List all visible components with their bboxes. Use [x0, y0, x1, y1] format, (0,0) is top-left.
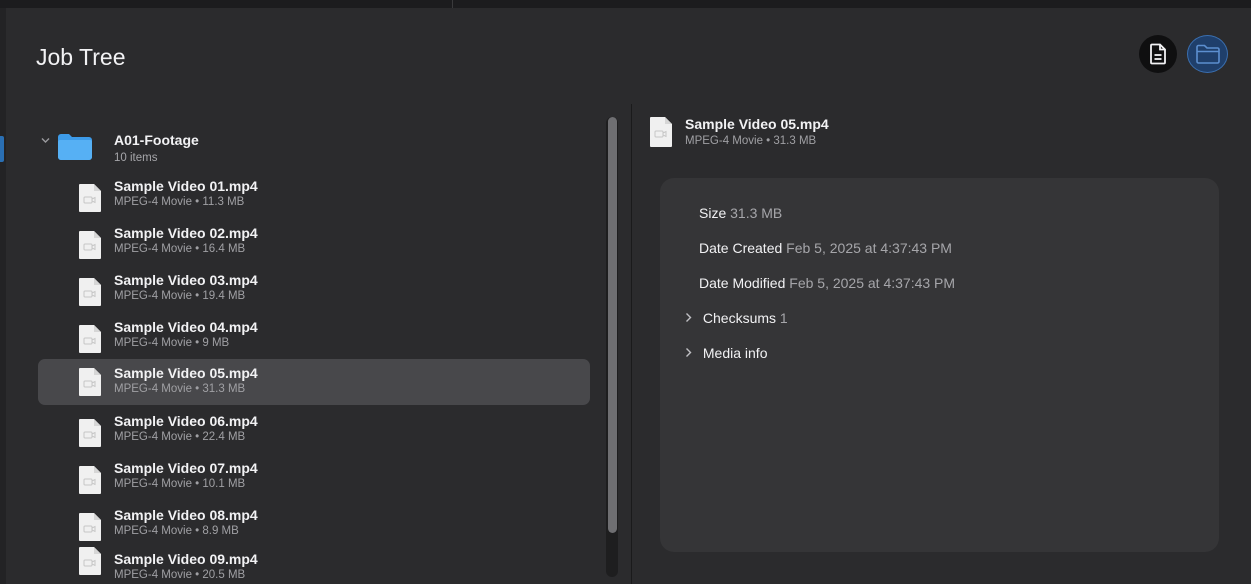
video-file-icon — [650, 117, 672, 147]
tree-file-row[interactable]: Sample Video 04.mp4 MPEG-4 Movie • 9 MB — [38, 316, 590, 362]
checksums-disclosure[interactable]: Checksums 1 — [684, 310, 788, 326]
file-name: Sample Video 02.mp4 — [114, 225, 258, 241]
folder-icon — [1195, 44, 1220, 64]
file-meta: MPEG-4 Movie • 19.4 MB — [114, 290, 246, 302]
date-created-label: Date Created — [699, 240, 783, 256]
file-meta: MPEG-4 Movie • 10.1 MB — [114, 478, 246, 490]
video-file-icon — [79, 368, 101, 396]
checksums-label: Checksums — [702, 310, 777, 326]
document-view-button[interactable] — [1139, 35, 1177, 73]
video-file-icon — [79, 419, 101, 447]
file-meta: MPEG-4 Movie • 31.3 MB — [114, 383, 246, 395]
video-file-icon — [79, 466, 101, 494]
tree-folder-row[interactable]: A01-Footage 10 items — [38, 125, 588, 169]
folder-item-count: 10 items — [114, 152, 158, 164]
page-title: Job Tree — [36, 44, 126, 70]
chevron-right-icon — [684, 346, 699, 361]
file-name: Sample Video 07.mp4 — [114, 460, 258, 476]
top-edge-divider — [452, 0, 453, 8]
checksums-count: 1 — [779, 310, 788, 326]
tree-file-row[interactable]: Sample Video 09.mp4 MPEG-4 Movie • 20.5 … — [38, 538, 590, 584]
video-file-icon — [79, 231, 101, 259]
left-edge-indicator — [0, 136, 4, 162]
folder-name: A01-Footage — [114, 132, 199, 148]
tree-file-row[interactable]: Sample Video 06.mp4 MPEG-4 Movie • 22.4 … — [38, 410, 590, 456]
window-top-edge — [0, 0, 1251, 8]
date-created-value: Feb 5, 2025 at 4:37:43 PM — [786, 240, 952, 256]
video-file-icon — [79, 547, 101, 575]
size-value: 31.3 MB — [730, 205, 783, 221]
document-icon — [1150, 43, 1166, 65]
detail-info-card — [660, 178, 1219, 552]
size-label: Size — [699, 205, 727, 221]
chevron-right-icon — [684, 311, 699, 326]
media-info-label: Media info — [702, 345, 768, 361]
detail-date-modified: Date Modified Feb 5, 2025 at 4:37:43 PM — [699, 275, 955, 291]
file-meta: MPEG-4 Movie • 11.3 MB — [114, 196, 245, 208]
file-meta: MPEG-4 Movie • 22.4 MB — [114, 431, 246, 443]
tree-file-row[interactable]: Sample Video 01.mp4 MPEG-4 Movie • 11.3 … — [38, 175, 590, 221]
video-file-icon — [79, 278, 101, 306]
file-name: Sample Video 03.mp4 — [114, 272, 258, 288]
video-file-icon — [79, 325, 101, 353]
file-meta: MPEG-4 Movie • 8.9 MB — [114, 525, 239, 537]
date-modified-value: Feb 5, 2025 at 4:37:43 PM — [789, 275, 956, 291]
file-name: Sample Video 08.mp4 — [114, 507, 258, 523]
chevron-down-icon[interactable] — [40, 135, 52, 147]
file-meta: MPEG-4 Movie • 20.5 MB — [114, 569, 246, 581]
tree-scrollbar-thumb[interactable] — [608, 117, 617, 533]
file-name: Sample Video 04.mp4 — [114, 319, 258, 335]
file-name: Sample Video 06.mp4 — [114, 413, 258, 429]
pane-divider[interactable] — [631, 104, 632, 584]
media-info-disclosure[interactable]: Media info — [684, 345, 767, 361]
tree-file-row-selected[interactable]: Sample Video 05.mp4 MPEG-4 Movie • 31.3 … — [38, 359, 590, 405]
file-meta: MPEG-4 Movie • 16.4 MB — [114, 243, 246, 255]
left-edge — [0, 8, 6, 584]
file-name: Sample Video 01.mp4 — [114, 178, 258, 194]
detail-date-created: Date Created Feb 5, 2025 at 4:37:43 PM — [699, 240, 952, 256]
detail-size: Size 31.3 MB — [699, 205, 782, 221]
detail-file-name: Sample Video 05.mp4 — [685, 116, 829, 132]
tree-file-row[interactable]: Sample Video 07.mp4 MPEG-4 Movie • 10.1 … — [38, 457, 590, 503]
file-meta: MPEG-4 Movie • 9 MB — [114, 337, 230, 349]
detail-file-meta: MPEG-4 Movie • 31.3 MB — [685, 135, 817, 147]
folder-icon — [58, 134, 92, 160]
file-name: Sample Video 09.mp4 — [114, 551, 258, 567]
file-name: Sample Video 05.mp4 — [114, 365, 258, 381]
date-modified-label: Date Modified — [699, 275, 786, 291]
folder-view-button[interactable] — [1187, 35, 1228, 73]
tree-file-row[interactable]: Sample Video 03.mp4 MPEG-4 Movie • 19.4 … — [38, 269, 590, 315]
video-file-icon — [79, 184, 101, 212]
tree-file-row[interactable]: Sample Video 02.mp4 MPEG-4 Movie • 16.4 … — [38, 222, 590, 268]
